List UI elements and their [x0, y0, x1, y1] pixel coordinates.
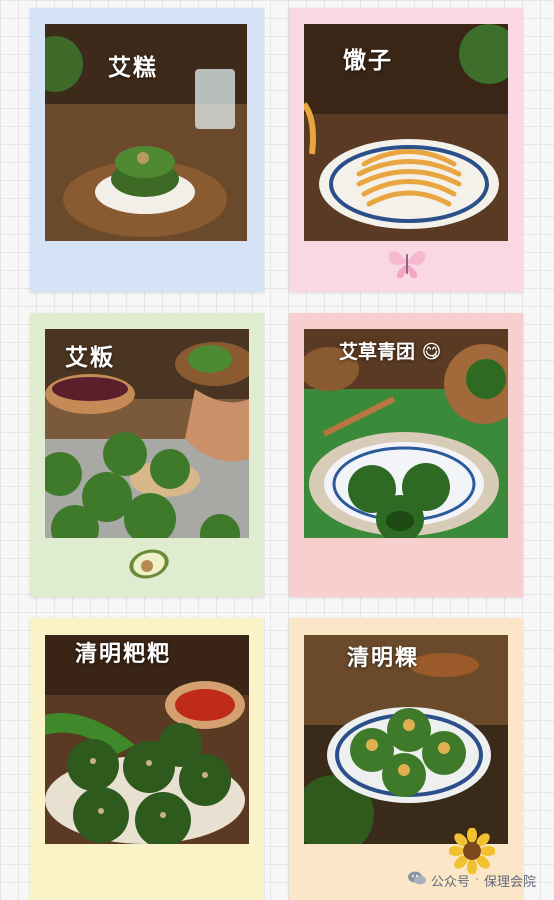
watermark-prefix: 公众号: [430, 874, 470, 890]
wechat-icon: [407, 870, 426, 890]
photo-card-aiban: 艾粄: [30, 313, 264, 597]
watermark-separator: ·: [474, 872, 479, 888]
food-photo: [304, 24, 508, 241]
avocado-icon: [127, 546, 171, 582]
card-title: 馓子: [343, 48, 393, 74]
card-title: 清明粿: [347, 646, 420, 671]
butterfly-icon: [385, 246, 429, 280]
card-title: 艾粄: [65, 345, 115, 371]
card-title: 艾糕: [108, 55, 158, 81]
photo-card-aigao: 艾糕: [30, 8, 264, 292]
card-title: 清明粑粑: [75, 642, 172, 667]
card-title: 艾草青团 😋: [339, 341, 442, 363]
photo-card-qingming-baba: 清明粑粑: [30, 618, 264, 900]
photo-card-aicao-qingtuan: 艾草青团 😋: [289, 313, 523, 597]
photo-card-qingming-guo: 清明粿: [289, 618, 523, 900]
watermark: 公众号 · 保理会院: [407, 870, 536, 890]
photo-card-sanzi: 馓子: [289, 8, 523, 292]
watermark-account: 保理会院: [483, 874, 536, 890]
sunflower-icon: [448, 827, 496, 875]
